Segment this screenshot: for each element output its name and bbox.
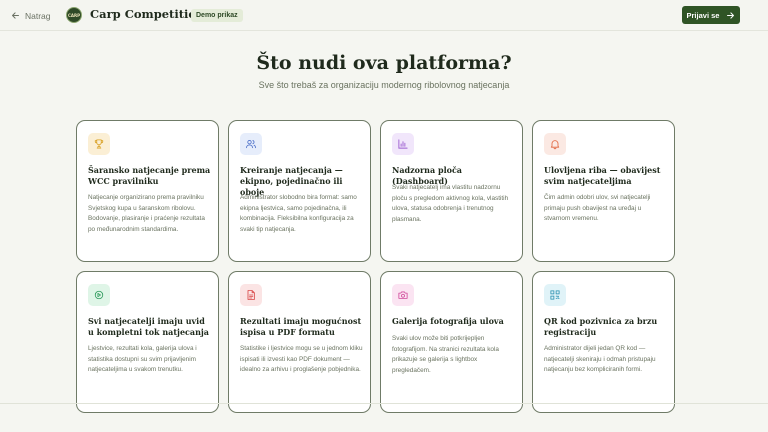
feature-description: Svaki natjecatelj ima vlastitu nadzornu … <box>392 184 509 223</box>
back-label: Natrag <box>25 10 51 21</box>
feature-description: Administrator slobodno bira format: samo… <box>240 194 357 233</box>
feature-title: Rezultati imaju mogućnost ispisa u PDF f… <box>240 316 362 337</box>
feature-card-wcc[interactable]: Šaransko natjecanje prema WCC pravilniku… <box>76 120 219 262</box>
feature-description: Administrator dijeli jedan QR kod — natj… <box>544 345 656 373</box>
bottom-divider <box>0 403 768 404</box>
feature-card-pdf[interactable]: Rezultati imaju mogućnost ispisa u PDF f… <box>228 271 371 413</box>
top-bar: Natrag CARP Carp Competitions Demo prika… <box>0 0 768 31</box>
feature-description: Čim admin odobri ulov, svi natjecatelji … <box>544 194 651 222</box>
qr-code-icon <box>544 284 566 306</box>
feature-description: Statistike i ljestvice mogu se u jednom … <box>240 345 363 373</box>
feature-description: Natjecanje organizirano prema pravilniku… <box>88 194 205 233</box>
feature-title: QR kod pozivnica za brzu registraciju <box>544 316 658 337</box>
login-button[interactable]: Prijavi se <box>682 6 740 24</box>
feature-title: Svi natjecatelji imaju uvid u kompletni … <box>88 316 209 337</box>
bar-chart-icon <box>392 133 414 155</box>
arrow-right-icon <box>727 11 735 19</box>
document-icon <box>240 284 262 306</box>
login-label: Prijavi se <box>686 10 720 20</box>
feature-title: Ulovljena riba — obavijest svim natjecat… <box>544 165 661 186</box>
feature-card-qr[interactable]: QR kod pozivnica za brzu registraciju Ad… <box>532 271 675 413</box>
section-subtitle: Sve što trebaš za organizaciju modernog … <box>258 80 510 90</box>
logo-text: CARP <box>67 12 81 18</box>
feature-title: Šaransko natjecanje prema WCC pravilniku <box>88 165 211 186</box>
app-logo[interactable]: CARP <box>66 7 82 23</box>
trophy-icon <box>88 133 110 155</box>
bell-icon <box>544 133 566 155</box>
section-title: Što nudi ova platforma? <box>256 52 512 74</box>
feature-card-notifications[interactable]: Ulovljena riba — obavijest svim natjecat… <box>532 120 675 262</box>
feature-card-overview[interactable]: Svi natjecatelji imaju uvid u kompletni … <box>76 271 219 413</box>
back-button[interactable]: Natrag <box>11 9 51 22</box>
feature-card-gallery[interactable]: Galerija fotografija ulova Svaki ulov mo… <box>380 271 523 413</box>
camera-icon <box>392 284 414 306</box>
feature-card-dashboard[interactable]: Nadzorna ploča (Dashboard) Svaki natjeca… <box>380 120 523 262</box>
live-view-icon <box>88 284 110 306</box>
feature-description: Ljestvice, rezultati kola, galerija ulov… <box>88 345 197 373</box>
feature-title: Galerija fotografija ulova <box>392 316 504 326</box>
arrow-left-icon <box>12 12 19 19</box>
feature-description: Svaki ulov može biti potkrijepljen fotog… <box>392 335 499 374</box>
users-icon <box>240 133 262 155</box>
feature-card-format[interactable]: Kreiranje natjecanja — ekipno, pojedinač… <box>228 120 371 262</box>
demo-badge: Demo prikaz <box>191 9 243 22</box>
